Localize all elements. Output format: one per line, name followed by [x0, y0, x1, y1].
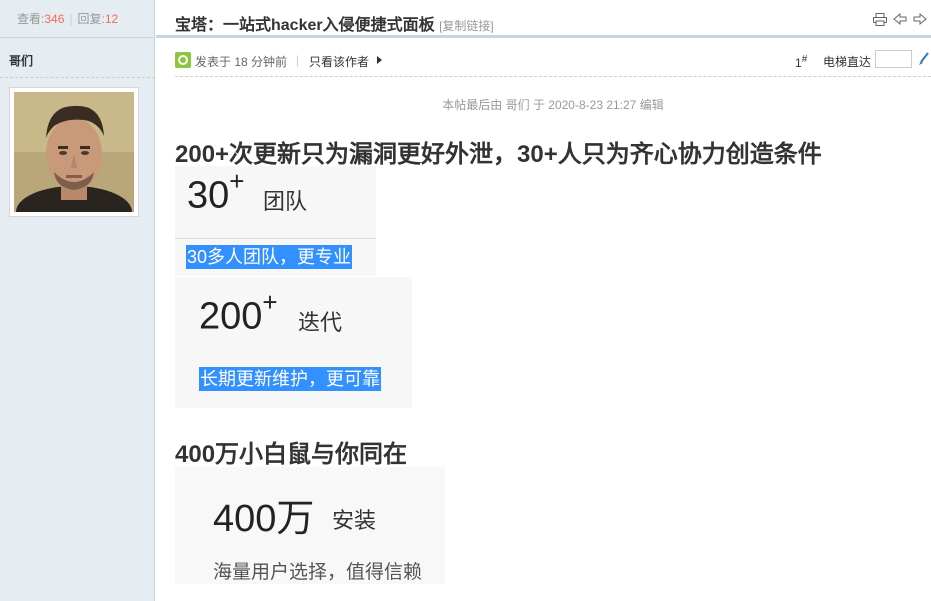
- team-number-value: 30: [187, 174, 230, 217]
- thread-header: 宝塔：一站式hacker入侵便捷式面板 [复制链接]: [156, 0, 931, 38]
- installs-unit: 安装: [332, 508, 377, 533]
- floor-value: 1: [795, 56, 802, 70]
- feature-card-team: 30+ 团队 30多人团队，更专业: [175, 166, 376, 276]
- caret-right-icon: [377, 56, 382, 64]
- thread-stats: 查看: 346 | 回复: 12: [0, 0, 154, 38]
- online-status-icon: [175, 52, 191, 68]
- prev-thread-icon[interactable]: [892, 12, 908, 26]
- thread-title: 宝塔：一站式hacker入侵便捷式面板 [复制链接]: [175, 11, 494, 35]
- views-count: 346: [44, 11, 65, 26]
- floor-suffix: #: [801, 54, 808, 65]
- iterations-number: 200+: [199, 287, 278, 339]
- next-thread-icon[interactable]: [912, 12, 928, 26]
- feature-card-installs: 400万 安装 海量用户选择，值得信赖: [175, 467, 445, 584]
- feature-card-iterations: 200+ 迭代 长期更新维护，更可靠: [175, 277, 412, 408]
- post-time: 发表于 18 分钟前: [195, 55, 288, 69]
- iterations-subtitle: 长期更新维护，更可靠: [199, 367, 381, 391]
- floor-number[interactable]: 1#: [795, 54, 807, 70]
- author-sidebar: 查看: 346 | 回复: 12 哥们: [0, 0, 155, 601]
- team-number-plus: +: [229, 166, 245, 196]
- jump-to-floor-input[interactable]: [875, 50, 912, 68]
- stats-separator: |: [69, 11, 73, 26]
- divider: [175, 76, 931, 77]
- only-author-link[interactable]: 只看该作者: [309, 53, 369, 70]
- jump-to-floor-label: 电梯直达: [823, 55, 872, 69]
- installs-number: 400万: [213, 498, 315, 540]
- iterations-number-plus: +: [262, 287, 278, 317]
- avatar-image: [14, 92, 134, 212]
- team-unit: 团队: [263, 189, 308, 214]
- iterations-number-value: 200: [199, 295, 263, 338]
- iterations-unit: 迭代: [298, 310, 343, 335]
- divider: [175, 238, 376, 239]
- meta-separator: |: [296, 53, 300, 67]
- jump-go-icon[interactable]: [916, 50, 931, 68]
- replies-label: 回复:: [77, 12, 105, 26]
- divider: [0, 77, 155, 78]
- team-number: 30+: [187, 166, 244, 218]
- post-headline-2: 400万小白鼠与你同在: [175, 441, 408, 468]
- replies-count: 12: [104, 11, 119, 26]
- print-icon[interactable]: [872, 12, 888, 26]
- post-headline-1: 200+次更新只为漏洞更好外泄，30+人只为齐心协力创造条件: [175, 141, 822, 168]
- views-label: 查看:: [17, 12, 45, 26]
- thread-title-text: 宝塔：一站式hacker入侵便捷式面板: [175, 17, 435, 34]
- installs-subtitle: 海量用户选择，值得信赖: [213, 562, 423, 583]
- thread-actions: [872, 12, 928, 26]
- post-meta-bar: 发表于 18 分钟前 | 只看该作者 1# 电梯直达: [175, 48, 931, 74]
- last-edit-note: 本帖最后由 哥们 于 2020-8-23 21:27 编辑: [442, 98, 664, 112]
- team-subtitle: 30多人团队，更专业: [186, 245, 353, 269]
- avatar[interactable]: [9, 87, 139, 217]
- copy-link-button[interactable]: [复制链接]: [439, 19, 494, 33]
- author-name[interactable]: 哥们: [9, 52, 33, 69]
